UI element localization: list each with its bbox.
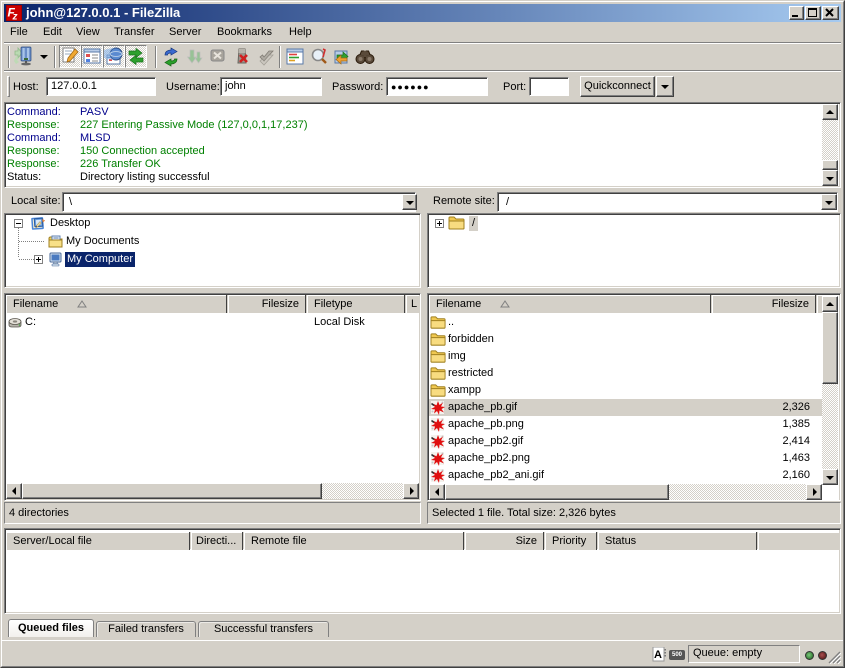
svg-text:A: A [654,649,662,661]
svg-text:z: z [12,12,18,22]
